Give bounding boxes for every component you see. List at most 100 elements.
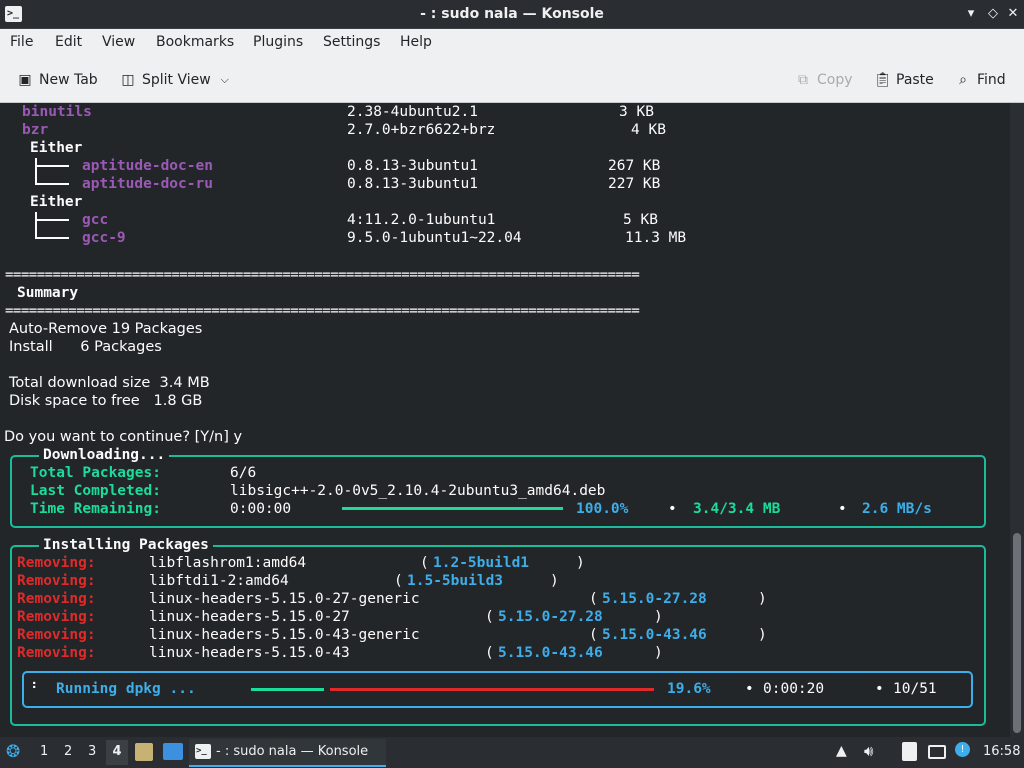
package-size: 5 KB bbox=[623, 212, 658, 228]
close-icon[interactable]: ✕ bbox=[1005, 6, 1021, 22]
tree-connector bbox=[35, 158, 37, 185]
paren: ) bbox=[576, 555, 585, 571]
package-name: linux-headers-5.15.0-43 bbox=[149, 645, 350, 661]
total-packages-value: 6/6 bbox=[230, 465, 257, 481]
maximize-icon[interactable]: ◇ bbox=[985, 6, 1001, 22]
paste-button[interactable]: 📋︎ Paste bbox=[874, 70, 934, 90]
removing-label: Removing: bbox=[17, 645, 96, 661]
time-remaining-value: 0:00:00 bbox=[230, 501, 292, 517]
desktop-2[interactable]: 2 bbox=[64, 744, 72, 759]
menu-settings[interactable]: Settings bbox=[323, 34, 380, 50]
menu-view[interactable]: View bbox=[102, 34, 135, 50]
paren: ( bbox=[485, 645, 494, 661]
dpkg-percent: 19.6% bbox=[667, 681, 711, 697]
dpkg-status: Running dpkg ... bbox=[56, 681, 196, 697]
find-label: Find bbox=[977, 72, 1006, 88]
copy-icon: ⧉ bbox=[798, 72, 808, 88]
summary-line: Disk space to free 1.8 GB bbox=[9, 393, 203, 409]
terminal-scrollbar[interactable] bbox=[1010, 103, 1024, 737]
menu-bookmarks[interactable]: Bookmarks bbox=[156, 34, 234, 50]
download-title: Downloading... bbox=[39, 446, 170, 464]
either-label: Either bbox=[30, 140, 83, 156]
package-size: 4 KB bbox=[631, 122, 666, 138]
dpkg-elapsed: 0:00:20 bbox=[763, 681, 825, 697]
minimize-icon[interactable]: ▾ bbox=[963, 6, 979, 22]
split-view-button[interactable]: ◫ Split View ⌵ bbox=[120, 70, 233, 90]
find-button[interactable]: ⌕ Find bbox=[955, 70, 1006, 90]
paren: ) bbox=[758, 591, 767, 607]
package-name: linux-headers-5.15.0-27-generic bbox=[149, 591, 420, 607]
volume-icon[interactable]: 🔊︎ bbox=[864, 742, 873, 760]
summary-title: Summary bbox=[17, 285, 79, 301]
desktop-icon[interactable] bbox=[163, 743, 183, 760]
summary-line: Total download size 3.4 MB bbox=[9, 375, 210, 391]
menu-bar: File Edit View Bookmarks Plugins Setting… bbox=[0, 29, 1024, 57]
tree-branch bbox=[35, 165, 69, 167]
last-completed-value: libsigc++-2.0-0v5_2.10.4-2ubuntu3_amd64.… bbox=[230, 483, 606, 499]
spinner-icon: ⠃ bbox=[31, 681, 42, 697]
task-label: - : sudo nala — Konsole bbox=[216, 744, 369, 759]
desktop-4-active[interactable]: 4 bbox=[106, 740, 128, 765]
toolbar: ▣ New Tab ◫ Split View ⌵ ⧉ Copy 📋︎ Paste… bbox=[0, 57, 1024, 103]
summary-line: Auto-Remove 19 Packages bbox=[9, 321, 203, 337]
desktop-3[interactable]: 3 bbox=[88, 744, 96, 759]
download-speed: 2.6 MB/s bbox=[862, 501, 932, 517]
paste-icon: 📋︎ bbox=[874, 72, 892, 88]
paren: ) bbox=[654, 645, 663, 661]
paren: ( bbox=[485, 609, 494, 625]
package-name: gcc bbox=[82, 212, 109, 228]
update-notifier-icon[interactable]: ▲ bbox=[836, 743, 847, 759]
scrollbar-thumb[interactable] bbox=[1013, 533, 1021, 733]
dpkg-progress-remaining bbox=[330, 688, 654, 691]
package-name: gcc-9 bbox=[82, 230, 126, 246]
package-version: 9.5.0-1ubuntu1~22.04 bbox=[347, 230, 522, 246]
package-size: 3 KB bbox=[619, 104, 654, 120]
summary-line: Install 6 Packages bbox=[9, 339, 162, 355]
package-version: 4:11.2.0-1ubuntu1 bbox=[347, 212, 496, 228]
separator-line: ========================================… bbox=[5, 267, 640, 283]
package-version: 2.38-4ubuntu2.1 bbox=[347, 104, 478, 120]
paren: ) bbox=[654, 609, 663, 625]
package-version: 5.15.0-43.46 bbox=[602, 627, 707, 643]
window-titlebar[interactable]: >_ - : sudo nala — Konsole ▾ ◇ ✕ bbox=[0, 0, 1024, 29]
split-view-icon: ◫ bbox=[121, 72, 135, 88]
notifications-icon[interactable]: ! bbox=[955, 742, 970, 757]
terminal-output[interactable]: binutils 2.38-4ubuntu2.1 3 KB bzr 2.7.0+… bbox=[0, 103, 1010, 737]
chevron-down-icon: ⌵ bbox=[220, 73, 229, 86]
bullet: • bbox=[745, 681, 754, 697]
removing-label: Removing: bbox=[17, 609, 96, 625]
new-tab-button[interactable]: ▣ New Tab bbox=[17, 70, 97, 90]
tree-branch bbox=[35, 183, 69, 185]
copy-button[interactable]: ⧉ Copy bbox=[795, 70, 853, 90]
total-packages-label: Total Packages: bbox=[30, 465, 161, 481]
network-icon[interactable] bbox=[928, 745, 946, 759]
window-title: - : sudo nala — Konsole bbox=[420, 6, 604, 22]
install-title: Installing Packages bbox=[39, 536, 213, 554]
file-manager-icon[interactable] bbox=[135, 743, 153, 761]
package-version: 5.15.0-27.28 bbox=[602, 591, 707, 607]
paste-label: Paste bbox=[896, 72, 934, 88]
app-launcher-icon[interactable]: ❂ bbox=[6, 742, 20, 762]
package-version: 5.15.0-43.46 bbox=[498, 645, 603, 661]
clock[interactable]: 16:58 bbox=[983, 744, 1020, 759]
package-name: linux-headers-5.15.0-27 bbox=[149, 609, 350, 625]
dpkg-count: 10/51 bbox=[893, 681, 937, 697]
bullet: • bbox=[668, 501, 677, 517]
bullet: • bbox=[838, 501, 847, 517]
package-name: linux-headers-5.15.0-43-generic bbox=[149, 627, 420, 643]
menu-plugins[interactable]: Plugins bbox=[253, 34, 303, 50]
paren: ( bbox=[420, 555, 429, 571]
taskbar: ❂ 1 2 3 4 >_ - : sudo nala — Konsole ▲ 🔊… bbox=[0, 737, 1024, 768]
desktop-1[interactable]: 1 bbox=[40, 744, 48, 759]
paren: ) bbox=[758, 627, 767, 643]
package-version: 5.15.0-27.28 bbox=[498, 609, 603, 625]
paren: ( bbox=[589, 591, 598, 607]
menu-file[interactable]: File bbox=[10, 34, 33, 50]
menu-edit[interactable]: Edit bbox=[55, 34, 82, 50]
new-tab-icon: ▣ bbox=[18, 72, 32, 88]
menu-help[interactable]: Help bbox=[400, 34, 432, 50]
removing-label: Removing: bbox=[17, 591, 96, 607]
konsole-task-button[interactable]: >_ - : sudo nala — Konsole bbox=[189, 739, 386, 767]
separator-line: ========================================… bbox=[5, 303, 640, 319]
clipboard-icon[interactable] bbox=[902, 742, 917, 761]
